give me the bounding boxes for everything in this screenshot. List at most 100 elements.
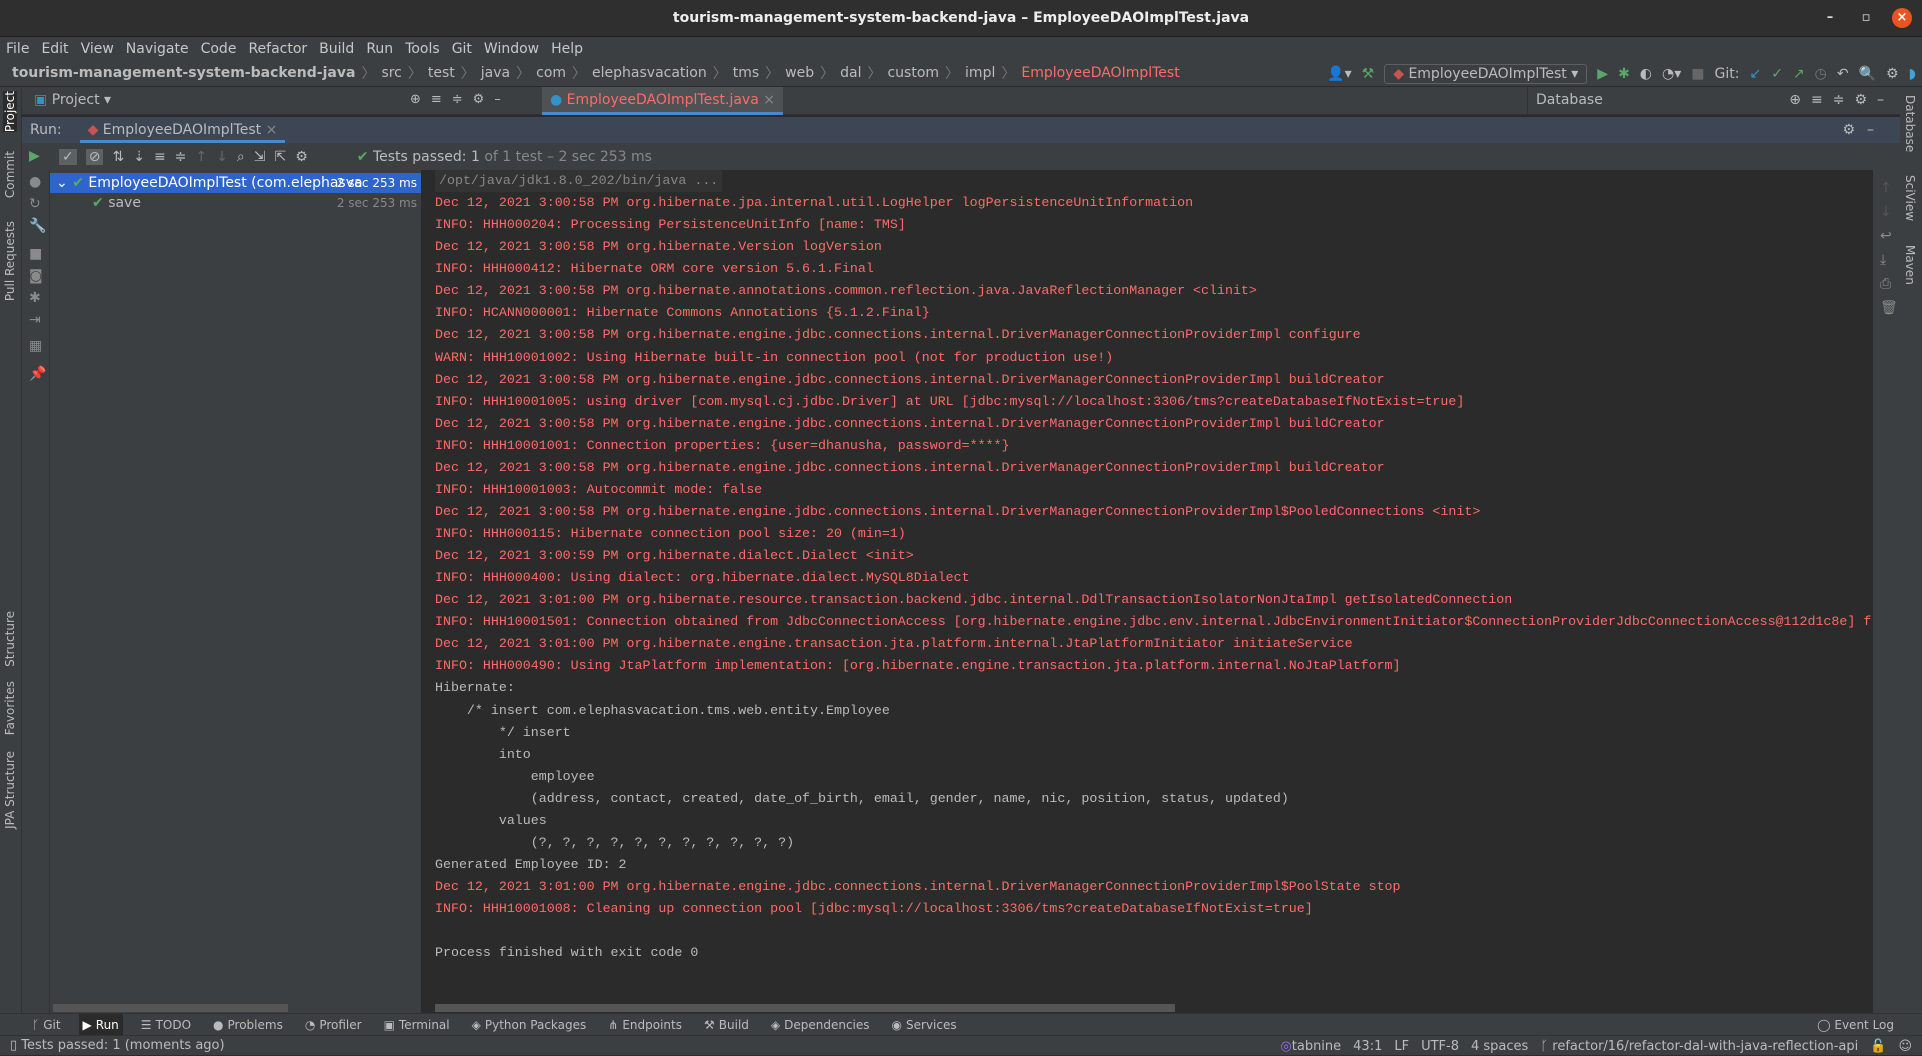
tree-scrollbar[interactable] (53, 1004, 288, 1012)
database-panel-actions[interactable]: ⊕≡≑⚙– (1789, 92, 1894, 108)
project-panel-actions[interactable]: ⊕≡≑⚙– (410, 92, 511, 107)
debug-rerun-icon[interactable]: ● (29, 174, 41, 190)
down-icon[interactable]: ↓ (1880, 204, 1892, 220)
encoding[interactable]: UTF-8 (1421, 1039, 1459, 1054)
bottom-tab-terminal[interactable]: ▣ Terminal (380, 1014, 454, 1036)
console-command[interactable]: /opt/java/jdk1.8.0_202/bin/java ... (435, 170, 723, 192)
menu-edit[interactable]: Edit (41, 41, 68, 57)
debug-icon[interactable]: ✱ (29, 290, 41, 306)
bottom-tab-run[interactable]: ▶ Run (78, 1013, 123, 1036)
tool-jpa-structure[interactable]: JPA Structure (3, 751, 17, 829)
trash-icon[interactable]: 🗑 (1880, 300, 1898, 316)
camera-icon[interactable]: ◙ (29, 268, 43, 284)
tool-commit[interactable]: Commit (3, 151, 17, 198)
tool-pull-requests[interactable]: Pull Requests (3, 221, 17, 301)
bottom-tab-python-packages[interactable]: ◈ Python Packages (468, 1014, 591, 1036)
menu-tools[interactable]: Tools (405, 41, 440, 57)
tabnine-status[interactable]: ◎tabnine (1280, 1039, 1341, 1054)
git-push-icon[interactable]: ↗ (1793, 66, 1805, 82)
user-icon[interactable]: 👤▾ (1327, 66, 1351, 82)
git-update-icon[interactable]: ↙ (1749, 66, 1761, 82)
wrench-icon[interactable]: 🔧 (29, 218, 46, 234)
tool-maven[interactable]: Maven (1903, 245, 1917, 285)
tool-favorites[interactable]: Favorites (3, 681, 17, 735)
search-icon[interactable]: 🔍 (1859, 66, 1876, 82)
test-tree-row-method[interactable]: ✔ save 2 sec 253 ms (50, 193, 421, 213)
expand-all-icon[interactable]: ≡ (154, 149, 166, 165)
bottom-tab-todo[interactable]: ☰ TODO (137, 1014, 195, 1036)
breadcrumb-item[interactable]: tourism-management-system-backend-java (12, 65, 355, 81)
git-branch[interactable]: ᚴ refactor/16/refactor-dal-with-java-ref… (1540, 1039, 1858, 1054)
console-scrollbar[interactable] (421, 1004, 1873, 1013)
rerun-icon[interactable]: ▶ (29, 148, 40, 164)
tool-sciview[interactable]: SciView (1903, 175, 1917, 221)
prev-failed-icon[interactable]: ↑ (195, 149, 207, 165)
bottom-tab-problems[interactable]: ● Problems (209, 1014, 287, 1036)
bottom-tab-services[interactable]: ◉ Services (888, 1014, 961, 1036)
close-tab-icon[interactable]: × (763, 92, 775, 108)
next-failed-icon[interactable]: ↓ (216, 149, 228, 165)
menu-navigate[interactable]: Navigate (126, 41, 189, 57)
minimize-button[interactable]: – (1820, 8, 1840, 28)
exit-icon[interactable]: ⇥ (29, 312, 41, 328)
toolbox-icon[interactable]: ◗ (1909, 66, 1916, 82)
lock-icon[interactable]: 🔓 (1870, 1039, 1886, 1054)
scroll-to-end-icon[interactable]: ⤓ (1880, 252, 1886, 268)
run-tab[interactable]: ◆ EmployeeDAOImplTest × (79, 117, 286, 143)
breadcrumb-item[interactable]: com (536, 65, 566, 81)
close-button[interactable]: × (1892, 8, 1912, 28)
coverage-icon[interactable]: ◐ (1640, 66, 1652, 82)
menu-code[interactable]: Code (201, 41, 237, 57)
breadcrumb-item[interactable]: EmployeeDAOImplTest (1021, 65, 1179, 81)
breadcrumb-item[interactable]: elephasvacation (592, 65, 707, 81)
bottom-tab-profiler[interactable]: ◔ Profiler (301, 1014, 366, 1036)
maximize-button[interactable]: ▫ (1856, 8, 1876, 28)
history-icon[interactable]: ◷ (1815, 66, 1827, 82)
bottom-tab-build[interactable]: ⚒ Build (700, 1014, 753, 1036)
bottom-tab-endpoints[interactable]: ⋔ Endpoints (604, 1014, 686, 1036)
notifications-icon[interactable]: ☺ (1898, 1039, 1912, 1054)
debug-icon[interactable]: ✱ (1618, 66, 1630, 82)
breadcrumb-item[interactable]: java (481, 65, 510, 81)
gear-icon[interactable]: ⚙ (1886, 66, 1899, 82)
run-icon[interactable]: ▶ (1597, 66, 1608, 82)
line-separator[interactable]: LF (1394, 1039, 1409, 1054)
sort-duration-icon[interactable]: ⇣ (133, 149, 145, 165)
print-icon[interactable]: ⎙ (1880, 276, 1891, 292)
editor-tab[interactable]: ● EmployeeDAOImplTest.java × (542, 87, 783, 115)
soft-wrap-icon[interactable]: ↩ (1880, 228, 1892, 244)
collapse-all-icon[interactable]: ≑ (175, 149, 187, 165)
tool-structure[interactable]: Structure (3, 611, 17, 667)
menu-refactor[interactable]: Refactor (248, 41, 307, 57)
menu-view[interactable]: View (81, 41, 114, 57)
menu-window[interactable]: Window (484, 41, 539, 57)
tool-project[interactable]: Project (3, 91, 17, 133)
export-tests-icon[interactable]: ⇱ (274, 149, 286, 165)
tool-database[interactable]: Database (1903, 95, 1917, 152)
breadcrumb-item[interactable]: test (428, 65, 455, 81)
toggle-auto-test-icon[interactable]: ↻ (29, 196, 41, 212)
profile-icon[interactable]: ◔▾ (1662, 66, 1681, 82)
stop-icon[interactable]: ■ (29, 246, 42, 262)
run-config-select[interactable]: ◆ EmployeeDAOImplTest ▾ (1384, 63, 1588, 84)
settings-icon[interactable]: ⚙ (295, 149, 308, 165)
sort-alpha-icon[interactable]: ⇅ (112, 149, 124, 165)
menu-run[interactable]: Run (366, 41, 393, 57)
import-tests-icon[interactable]: ⇲ (254, 149, 266, 165)
rollback-icon[interactable]: ↶ (1837, 66, 1849, 82)
run-panel-actions[interactable]: ⚙– (1842, 122, 1886, 138)
up-icon[interactable]: ↑ (1880, 180, 1892, 196)
event-log-button[interactable]: ◯ Event Log (1817, 1018, 1894, 1032)
breadcrumb-item[interactable]: custom (887, 65, 939, 81)
history-search-icon[interactable]: ⌕ (237, 149, 245, 165)
breadcrumb-item[interactable]: impl (965, 65, 995, 81)
console-output[interactable]: /opt/java/jdk1.8.0_202/bin/java ... Dec 1… (421, 170, 1873, 1005)
breadcrumb-item[interactable]: tms (733, 65, 759, 81)
show-ignored-toggle[interactable]: ⊘ (85, 148, 104, 165)
menu-help[interactable]: Help (551, 41, 583, 57)
test-tree-row-class[interactable]: ⌄ ✔ EmployeeDAOImplTest (com.elephasva 2 … (50, 173, 421, 193)
build-hammer-icon[interactable]: ⚒ (1362, 66, 1375, 82)
show-passed-toggle[interactable]: ✓ (59, 148, 77, 165)
menu-file[interactable]: File (6, 41, 29, 57)
bottom-tab-dependencies[interactable]: ◈ Dependencies (767, 1014, 874, 1036)
